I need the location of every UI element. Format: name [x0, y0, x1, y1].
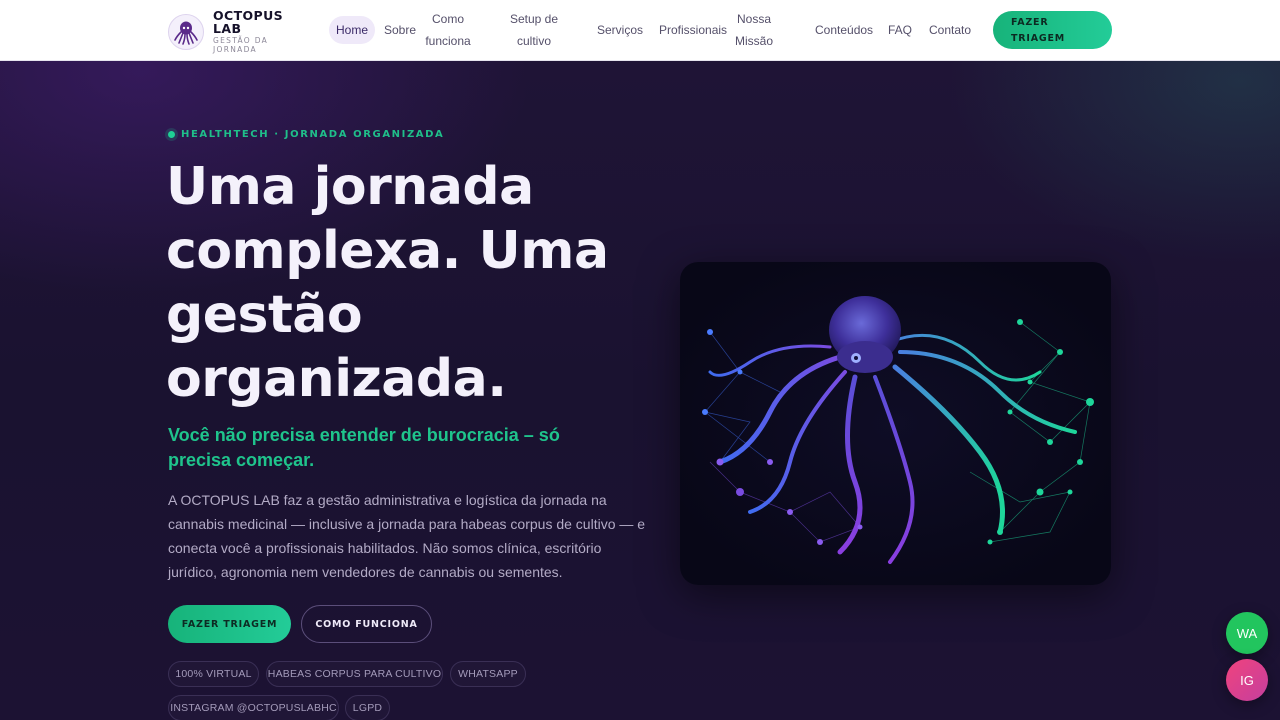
hero-description: A OCTOPUS LAB faz a gestão administrativ…	[168, 492, 646, 580]
hero-title: Uma jornada complexa. Uma gestão organiz…	[166, 157, 609, 409]
nav-faq[interactable]: FAQ	[886, 19, 914, 41]
chip-lgpd: LGPD	[345, 695, 390, 720]
header-triage-button[interactable]: FAZER TRIAGEM	[993, 11, 1112, 49]
brand-tagline: GESTÃO DA JORNADA	[213, 36, 269, 54]
nav-servicos[interactable]: Serviços	[597, 19, 643, 41]
nav-contato[interactable]: Contato	[927, 19, 973, 41]
nav-como-funciona[interactable]: Como funciona	[423, 8, 473, 52]
octopus-network-illustration	[680, 262, 1111, 585]
how-it-works-button[interactable]: COMO FUNCIONA	[301, 605, 432, 643]
whatsapp-button[interactable]: WA	[1226, 612, 1268, 654]
chip-instagram: INSTAGRAM @OCTOPUSLABHC	[168, 695, 339, 720]
site-header: OCTOPUS LAB GESTÃO DA JORNADA Home Sobre…	[0, 0, 1280, 61]
chip-virtual: 100% VIRTUAL	[168, 661, 259, 687]
triage-button[interactable]: FAZER TRIAGEM	[168, 605, 291, 643]
hero-subtitle: Você não precisa entender de burocracia …	[168, 425, 560, 470]
nav-setup-cultivo[interactable]: Setup de cultivo	[503, 8, 565, 52]
nav-sobre[interactable]: Sobre	[384, 19, 416, 41]
brand-name: OCTOPUS LAB	[213, 8, 284, 36]
status-dot-icon	[168, 131, 175, 138]
nav-conteudos[interactable]: Conteúdos	[815, 19, 873, 41]
instagram-button[interactable]: IG	[1226, 659, 1268, 701]
chip-whatsapp: WHATSAPP	[450, 661, 526, 687]
octopus-icon	[168, 13, 204, 50]
eyebrow-text: HEALTHTECH · JORNADA ORGANIZADA	[181, 129, 445, 140]
nav-nossa-missao[interactable]: Nossa Missão	[731, 8, 777, 52]
nav-profissionais[interactable]: Profissionais	[659, 19, 727, 41]
hero-eyebrow: HEALTHTECH · JORNADA ORGANIZADA	[168, 129, 444, 140]
nav-home[interactable]: Home	[329, 16, 375, 44]
hero-section: HEALTHTECH · JORNADA ORGANIZADA Uma jorn…	[0, 61, 1280, 720]
chip-habeas-corpus: HABEAS CORPUS PARA CULTIVO	[266, 661, 443, 687]
brand-logo-link[interactable]: OCTOPUS LAB GESTÃO DA JORNADA	[168, 9, 293, 54]
